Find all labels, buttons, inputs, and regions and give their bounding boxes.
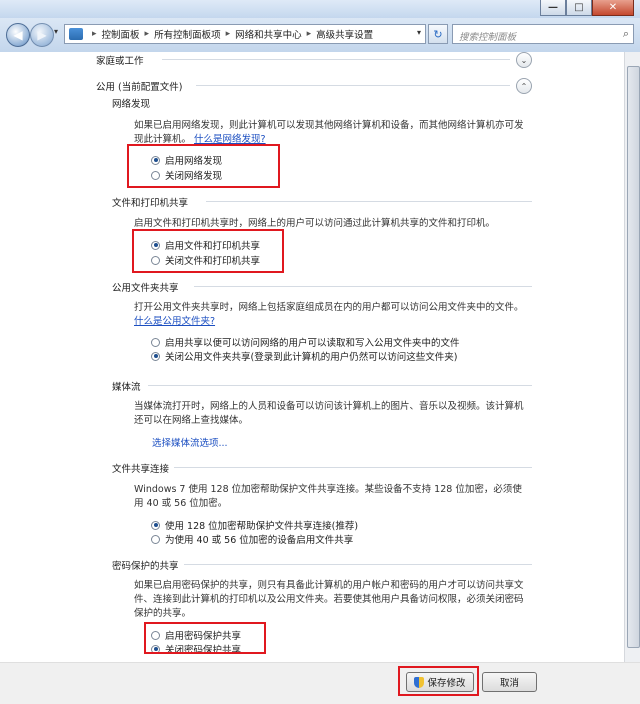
search-input[interactable]: 搜索控制面板 ⌕ <box>452 24 634 44</box>
refresh-icon: ↻ <box>433 27 443 41</box>
desc-text: 如果已启用网络发现，则此计算机可以发现其他网络计算机和设备，而其他网络计算机亦可… <box>134 120 524 145</box>
vertical-scrollbar[interactable] <box>624 52 640 662</box>
link-media-streaming-options[interactable]: 选择媒体流选项... <box>152 435 228 449</box>
radio-unselected-icon <box>151 534 160 544</box>
radio-selected-icon <box>151 351 160 361</box>
section-title-file-printer-sharing: 文件和打印机共享 <box>112 198 189 209</box>
advanced-sharing-settings-panel: 家庭或工作 ⌄ 公用 (当前配置文件) ⌃ 网络发现 如果已启用网络发现，则此计… <box>0 52 624 662</box>
window-controls: — □ ✕ <box>540 0 634 16</box>
window-title-bar: — □ ✕ <box>0 0 640 18</box>
breadcrumb-control-panel[interactable]: 控制面板 <box>102 27 140 41</box>
highlight-box <box>144 622 266 654</box>
radio-label: 使用 128 位加密帮助保护文件共享连接(推荐) <box>165 521 359 532</box>
divider <box>206 201 532 202</box>
radio-40-56bit-encryption[interactable]: 为使用 40 或 56 位加密的设备启用文件共享 <box>151 532 353 546</box>
highlight-box <box>398 666 479 696</box>
highlight-box <box>132 229 284 273</box>
address-dropdown-icon[interactable]: ▾ <box>417 28 421 37</box>
chevron-right-icon: ▸ <box>144 29 150 39</box>
section-title-network-discovery: 网络发现 <box>112 99 151 110</box>
maximize-button[interactable]: □ <box>566 0 592 16</box>
breadcrumb-all-items[interactable]: 所有控制面板项 <box>154 27 221 41</box>
expand-chevron-down-icon[interactable]: ⌄ <box>516 52 532 68</box>
desc-text: 如果已启用密码保护的共享，则只有具备此计算机的用户帐户和密码的用户才可以访问共享… <box>134 580 524 619</box>
refresh-button[interactable]: ↻ <box>428 24 448 44</box>
section-desc-media-streaming: 当媒体流打开时，网络上的人员和设备可以访问该计算机上的图片、音乐以及视频。该计算… <box>134 400 529 428</box>
forward-button[interactable]: ▶ <box>30 23 54 47</box>
cancel-button[interactable]: 取消 <box>482 672 537 692</box>
radio-label: 为使用 40 或 56 位加密的设备启用文件共享 <box>165 535 354 546</box>
collapse-chevron-up-icon[interactable]: ⌃ <box>516 78 532 94</box>
divider <box>148 385 532 386</box>
radio-unselected-icon <box>151 337 160 347</box>
desc-text: 打开公用文件夹共享时，网络上包括家庭组成员在内的用户都可以访问公用文件夹中的文件… <box>134 302 524 313</box>
highlight-box <box>127 144 280 188</box>
address-bar[interactable]: ▸ 控制面板 ▸ 所有控制面板项 ▸ 网络和共享中心 ▸ 高级共享设置 ▾ <box>64 24 426 44</box>
desc-text: 启用文件和打印机共享时，网络上的用户可以访问通过此计算机共享的文件和打印机。 <box>134 218 496 229</box>
radio-label: 启用共享以便可以访问网络的用户可以读取和写入公用文件夹中的文件 <box>165 338 460 349</box>
section-title-media-streaming: 媒体流 <box>112 382 141 393</box>
control-panel-icon <box>69 28 83 40</box>
section-desc-network-discovery: 如果已启用网络发现，则此计算机可以发现其他网络计算机和设备，而其他网络计算机亦可… <box>134 119 529 147</box>
minimize-button[interactable]: — <box>540 0 566 16</box>
radio-label: 关闭公用文件夹共享(登录到此计算机的用户仍然可以访问这些文件夹) <box>165 352 458 363</box>
radio-disable-public-folder-sharing[interactable]: 关闭公用文件夹共享(登录到此计算机的用户仍然可以访问这些文件夹) <box>151 349 457 363</box>
section-desc-password-sharing: 如果已启用密码保护的共享，则只有具备此计算机的用户帐户和密码的用户才可以访问共享… <box>134 579 529 621</box>
profile-home-work-label[interactable]: 家庭或工作 <box>96 53 144 67</box>
scrollbar-thumb[interactable] <box>627 66 640 648</box>
breadcrumb-advanced-sharing[interactable]: 高级共享设置 <box>316 27 373 41</box>
desc-text: Windows 7 使用 128 位加密帮助保护文件共享连接。某些设备不支持 1… <box>134 484 522 509</box>
link-what-is-public-folder[interactable]: 什么是公用文件夹? <box>134 316 215 327</box>
section-desc-public-folder-sharing: 打开公用文件夹共享时，网络上包括家庭组成员在内的用户都可以访问公用文件夹中的文件… <box>134 301 529 329</box>
chevron-right-icon: ▸ <box>306 29 312 39</box>
recent-pages-dropdown[interactable]: ▾ <box>54 27 58 36</box>
search-placeholder: 搜索控制面板 <box>459 32 517 43</box>
desc-text: 当媒体流打开时，网络上的人员和设备可以访问该计算机上的图片、音乐以及视频。该计算… <box>134 401 524 426</box>
radio-128bit-encryption[interactable]: 使用 128 位加密帮助保护文件共享连接(推荐) <box>151 518 358 532</box>
profile-public-label[interactable]: 公用 (当前配置文件) <box>96 79 182 93</box>
close-button[interactable]: ✕ <box>592 0 634 16</box>
divider <box>184 564 532 565</box>
search-icon[interactable]: ⌕ <box>623 27 629 41</box>
radio-selected-icon <box>151 520 160 530</box>
divider <box>196 85 510 86</box>
navigation-bar: ◀ ▶ ▾ ▸ 控制面板 ▸ 所有控制面板项 ▸ 网络和共享中心 ▸ 高级共享设… <box>0 18 640 53</box>
divider <box>162 59 510 60</box>
divider <box>174 467 532 468</box>
section-desc-file-sharing-connections: Windows 7 使用 128 位加密帮助保护文件共享连接。某些设备不支持 1… <box>134 483 529 511</box>
breadcrumb-network-center[interactable]: 网络和共享中心 <box>235 27 302 41</box>
chevron-right-icon: ▸ <box>92 29 97 39</box>
section-title-password-sharing: 密码保护的共享 <box>112 561 179 572</box>
dialog-footer: 保存修改 取消 <box>0 662 640 704</box>
radio-enable-public-folder-sharing[interactable]: 启用共享以便可以访问网络的用户可以读取和写入公用文件夹中的文件 <box>151 335 460 349</box>
section-title-file-sharing-connections: 文件共享连接 <box>112 464 170 475</box>
chevron-right-icon: ▸ <box>225 29 231 39</box>
divider <box>194 286 532 287</box>
section-title-public-folder-sharing: 公用文件夹共享 <box>112 283 179 294</box>
back-button[interactable]: ◀ <box>6 23 30 47</box>
